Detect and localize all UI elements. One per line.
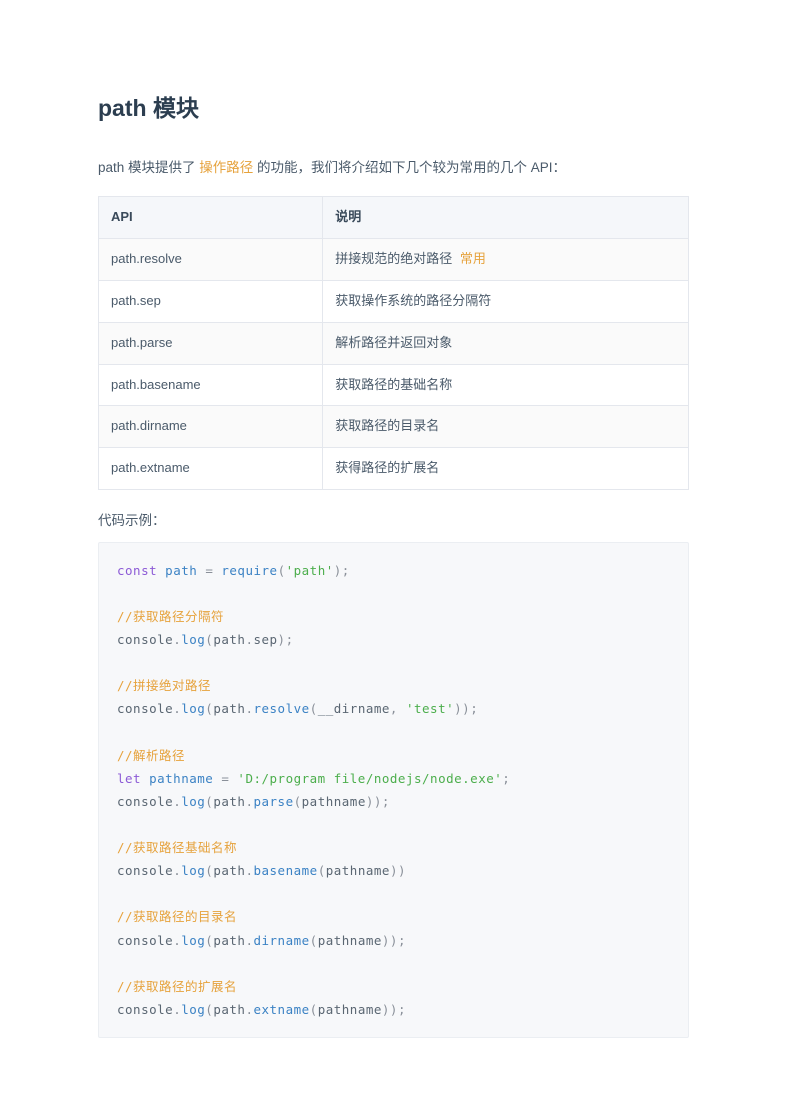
table-row: path.dirname获取路径的目录名 — [99, 406, 689, 448]
table-cell-desc: 获取路径的基础名称 — [323, 364, 689, 406]
table-cell-api: path.basename — [99, 364, 323, 406]
table-cell-desc: 获取操作系统的路径分隔符 — [323, 280, 689, 322]
code-block: const path = require('path'); //获取路径分隔符 … — [98, 542, 689, 1039]
table-row: path.parse解析路径并返回对象 — [99, 322, 689, 364]
api-table-body: path.resolve拼接规范的绝对路径 常用path.sep获取操作系统的路… — [99, 239, 689, 490]
table-cell-api: path.sep — [99, 280, 323, 322]
intro-highlight: 操作路径 — [199, 160, 253, 175]
table-row: path.sep获取操作系统的路径分隔符 — [99, 280, 689, 322]
table-cell-desc: 解析路径并返回对象 — [323, 322, 689, 364]
table-cell-desc: 获取路径的目录名 — [323, 406, 689, 448]
page-title: path 模块 — [98, 90, 689, 127]
intro-post: 的功能，我们将介绍如下几个较为常用的几个 API： — [253, 160, 566, 175]
intro-paragraph: path 模块提供了 操作路径 的功能，我们将介绍如下几个较为常用的几个 API… — [98, 157, 689, 179]
table-cell-api: path.resolve — [99, 239, 323, 281]
table-row: path.extname获得路径的扩展名 — [99, 448, 689, 490]
table-header-desc: 说明 — [323, 197, 689, 239]
table-cell-desc: 获得路径的扩展名 — [323, 448, 689, 490]
intro-pre: path 模块提供了 — [98, 160, 199, 175]
api-table: API 说明 path.resolve拼接规范的绝对路径 常用path.sep获… — [98, 196, 689, 490]
table-row: path.basename获取路径的基础名称 — [99, 364, 689, 406]
table-cell-api: path.dirname — [99, 406, 323, 448]
table-cell-desc: 拼接规范的绝对路径 常用 — [323, 239, 689, 281]
table-cell-api: path.parse — [99, 322, 323, 364]
example-label: 代码示例： — [98, 510, 689, 532]
table-cell-api: path.extname — [99, 448, 323, 490]
table-header-api: API — [99, 197, 323, 239]
table-cell-badge: 常用 — [456, 251, 486, 266]
table-row: path.resolve拼接规范的绝对路径 常用 — [99, 239, 689, 281]
